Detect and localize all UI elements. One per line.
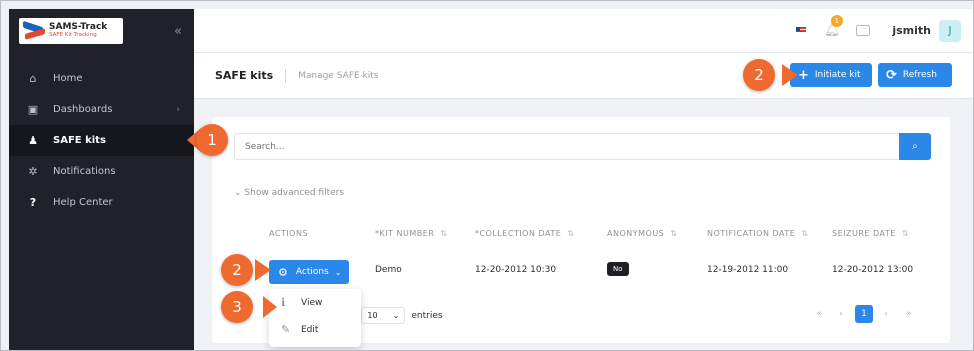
refresh-button[interactable]: ⟳ Refresh <box>878 63 952 87</box>
refresh-label: Refresh <box>902 70 937 80</box>
pagination-page-1[interactable]: 1 <box>855 305 873 323</box>
chevron-right-icon: › <box>176 104 180 115</box>
info-icon: ℹ <box>281 296 286 309</box>
callout-marker-3-view: 3 <box>221 291 253 323</box>
sidebar-item-safe-kits[interactable]: ♟ SAFE kits <box>9 125 194 156</box>
pagination-first[interactable]: « <box>810 305 828 323</box>
header-divider <box>285 68 287 83</box>
search-icon: ⌕ <box>912 141 918 152</box>
sort-icon: ⇅ <box>801 229 809 238</box>
language-flag-icon[interactable] <box>795 27 806 34</box>
help-icon: ? <box>29 196 37 209</box>
bell-icon: ✲ <box>28 165 38 178</box>
pagination-next[interactable]: › <box>877 305 895 323</box>
logo-subtitle: SAFE Kit Tracking <box>49 32 97 39</box>
initiate-kit-label: Initiate kit <box>814 70 861 80</box>
collapse-sidebar-icon[interactable]: « <box>174 24 182 39</box>
cell-collection-date: 12-20-2012 10:30 <box>475 265 557 275</box>
gear-icon: ⚙ <box>278 265 288 279</box>
menu-item-label: Edit <box>301 324 319 335</box>
search-input[interactable] <box>234 133 900 160</box>
plus-icon: + <box>798 67 809 83</box>
kit-icon: ♟ <box>28 134 38 147</box>
cell-kit-number[interactable]: Demo <box>375 265 402 275</box>
sort-icon: ⇅ <box>440 229 448 238</box>
chat-icon[interactable]: ··· <box>856 25 871 36</box>
sort-icon: ⇅ <box>670 229 678 238</box>
logo-title: SAMS-Track <box>49 22 108 33</box>
column-header-notification-date[interactable]: NOTIFICATION DATE ⇅ <box>707 229 809 238</box>
sidebar-item-label: Notifications <box>53 166 116 177</box>
chevron-down-icon: ⌄ <box>234 188 242 198</box>
sidebar-item-help-center[interactable]: ? Help Center <box>9 187 194 218</box>
app-logo[interactable]: SAMS-Track SAFE Kit Tracking <box>19 18 123 44</box>
column-header-actions: ACTIONS <box>269 229 309 238</box>
page-title: SAFE kits <box>215 69 274 82</box>
callout-marker-1: 1 <box>196 124 228 156</box>
sidebar-item-label: Help Center <box>53 197 113 208</box>
brand-bar: SAMS-Track SAFE Kit Tracking « <box>9 9 194 53</box>
cell-notification-date: 12-19-2012 11:00 <box>707 265 789 275</box>
notification-count-badge: 1 <box>830 15 843 27</box>
advanced-filters-toggle[interactable]: ⌄ Show advanced filters <box>234 188 344 198</box>
top-bar: 🔔︎ 1 ··· jsmith J <box>194 9 973 53</box>
edit-icon: ✎ <box>281 323 291 336</box>
column-header-collection-date[interactable]: *COLLECTION DATE ⇅ <box>475 229 575 238</box>
home-icon: ⌂ <box>29 72 37 85</box>
pagination-last[interactable]: » <box>900 305 918 323</box>
advanced-filters-label: Show advanced filters <box>244 188 345 198</box>
dashboard-icon: ▣ <box>27 103 39 116</box>
menu-item-view[interactable]: ℹ View <box>269 289 361 316</box>
entries-suffix: entries <box>411 310 443 321</box>
sidebar: SAMS-Track SAFE Kit Tracking « ⌂ Home ▣ … <box>9 9 194 350</box>
page-header: SAFE kits Manage SAFE kits + Initiate ki… <box>194 53 973 99</box>
sort-icon: ⇅ <box>567 229 575 238</box>
initiate-kit-button[interactable]: + Initiate kit <box>790 63 872 87</box>
page-size-control: w 10 ⌄ entries <box>348 307 443 324</box>
page-subtitle: Manage SAFE kits <box>298 70 379 81</box>
avatar[interactable]: J <box>939 19 961 42</box>
menu-item-label: View <box>301 297 323 308</box>
sidebar-item-dashboards[interactable]: ▣ Dashboards › <box>9 94 194 125</box>
logo-mark-icon <box>23 20 45 40</box>
app-frame: SAMS-Track SAFE Kit Tracking « ⌂ Home ▣ … <box>0 0 974 351</box>
callout-marker-2-initiate: 2 <box>743 59 775 91</box>
menu-item-edit[interactable]: ✎ Edit <box>269 316 361 343</box>
search-button[interactable]: ⌕ <box>899 133 931 160</box>
column-header-kit-number[interactable]: *KIT NUMBER ⇅ <box>375 229 448 238</box>
sidebar-item-label: Dashboards <box>53 104 113 115</box>
username[interactable]: jsmith <box>892 24 931 37</box>
kits-card: ⌕ ⌄ Show advanced filters ACTIONS *KIT N… <box>212 117 950 347</box>
column-header-anonymous[interactable]: ANONYMOUS ⇅ <box>607 229 677 238</box>
pagination-prev[interactable]: ‹ <box>832 305 850 323</box>
sidebar-item-label: SAFE kits <box>53 135 106 146</box>
sidebar-nav: ⌂ Home ▣ Dashboards › ♟ SAFE kits ✲ Noti… <box>9 63 194 218</box>
cell-seizure-date: 12-20-2012 13:00 <box>832 265 914 275</box>
callout-marker-2-actions: 2 <box>221 254 253 286</box>
row-actions-button[interactable]: ⚙ Actions ⌄ <box>269 260 349 284</box>
refresh-icon: ⟳ <box>886 67 897 83</box>
actions-dropdown-menu: ℹ View ✎ Edit <box>269 289 361 347</box>
chevron-down-icon: ⌄ <box>334 267 342 277</box>
page-size-select[interactable]: 10 ⌄ <box>361 307 406 324</box>
sidebar-item-notifications[interactable]: ✲ Notifications <box>9 156 194 187</box>
sort-icon: ⇅ <box>901 229 909 238</box>
sidebar-item-label: Home <box>53 73 83 84</box>
notifications-bell-icon[interactable]: 🔔︎ 1 <box>824 15 843 38</box>
sidebar-item-home[interactable]: ⌂ Home <box>9 63 194 94</box>
column-header-seizure-date[interactable]: SEIZURE DATE ⇅ <box>832 229 909 238</box>
anonymous-badge: No <box>607 262 629 276</box>
actions-label: Actions <box>295 267 329 277</box>
chevron-down-icon: ⌄ <box>392 311 400 320</box>
